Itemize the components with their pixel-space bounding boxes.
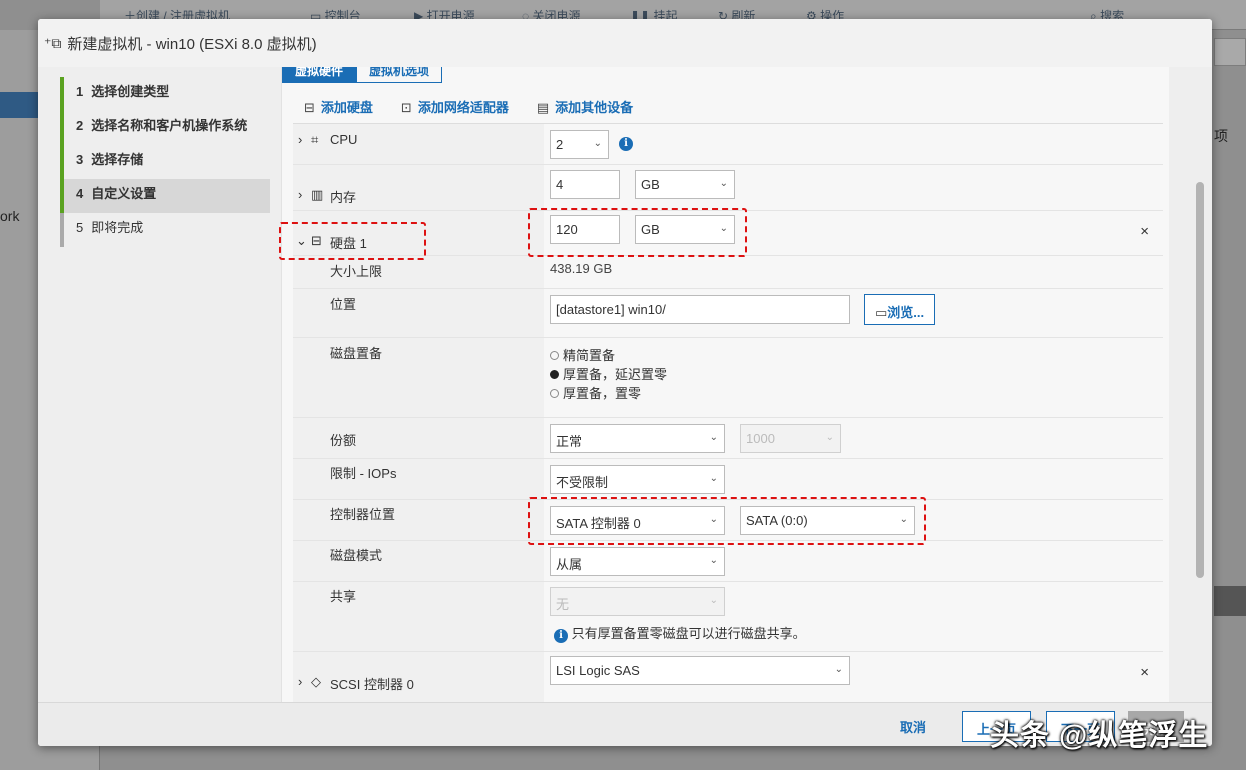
sharing-note: i 只有厚置备置零磁盘可以进行磁盘共享。: [554, 623, 806, 643]
disk-mode-select[interactable]: 从属 ⌄: [550, 547, 725, 576]
new-vm-dialog: ⁺⧉ 新建虚拟机 - win10 (ESXi 8.0 虚拟机) 1 选择创建类型 …: [38, 19, 1212, 746]
folder-icon: ▭: [875, 305, 888, 320]
max-size-label: 大小上限: [330, 264, 383, 279]
cpu-label: CPU: [330, 132, 358, 147]
expand-chevron-icon[interactable]: ›: [298, 187, 302, 202]
remove-disk-icon[interactable]: ×: [1140, 223, 1149, 240]
background-sidebar-text: ork: [0, 208, 20, 224]
step-select-name-os[interactable]: 2 选择名称和客户机操作系统: [60, 111, 272, 145]
dialog-body: 1 选择创建类型 2 选择名称和客户机操作系统 3 选择存储 4 自定义设置 5 即将完成…: [38, 67, 1212, 702]
wizard-steps: 1 选择创建类型 2 选择名称和客户机操作系统 3 选择存储 4 自定义设置 5 即将完成: [60, 77, 272, 247]
cpu-icon: ⌗: [311, 132, 319, 147]
step-customize-settings[interactable]: 4 自定义设置: [60, 179, 270, 213]
add-other-device-button[interactable]: ▤ 添加其他设备: [537, 97, 633, 116]
dialog-title-bar: ⁺⧉ 新建虚拟机 - win10 (ESXi 8.0 虚拟机): [38, 19, 1212, 67]
add-network-adapter-button[interactable]: ⊡ 添加网络适配器: [401, 97, 509, 116]
dialog-title: 新建虚拟机 - win10 (ESXi 8.0 虚拟机): [67, 35, 317, 53]
cancel-button[interactable]: 取消: [900, 717, 926, 736]
shares-label: 份额: [330, 433, 357, 448]
disk-provisioning-row: 磁盘置备 精简置备 厚置备，延迟置零 厚置备，置零: [293, 338, 1163, 418]
controller-location-label: 控制器位置: [330, 507, 396, 522]
content-scrollbar[interactable]: [1196, 182, 1204, 578]
memory-icon: ▥: [311, 187, 324, 202]
radio-thick-lazy-zeroed[interactable]: 厚置备，延迟置零: [550, 365, 667, 384]
location-label: 位置: [330, 297, 357, 312]
watermark: 头条 @纵笔浮生: [990, 720, 1209, 752]
info-icon[interactable]: i: [619, 137, 633, 151]
add-hard-disk-button[interactable]: ⊟ 添加硬盘: [304, 97, 373, 116]
disk-location-input[interactable]: [datastore1] win10/: [550, 295, 850, 324]
remove-scsi-icon[interactable]: ×: [1140, 664, 1149, 681]
disk-shares-row: 份额 正常 ⌄ 1000 ⌄: [293, 418, 1163, 459]
disk-unit-select[interactable]: GB ⌄: [635, 215, 735, 244]
iops-label: 限制 - IOPs: [330, 466, 397, 481]
disk-mode-row: 磁盘模式 从属 ⌄: [293, 541, 1163, 582]
background-selected-strip: [0, 92, 38, 118]
scsi-type-select[interactable]: LSI Logic SAS ⌄: [550, 656, 850, 685]
tab-virtual-hardware[interactable]: 虚拟硬件: [282, 67, 357, 83]
scsi-controller-row: › ◇ SCSI 控制器 0 LSI Logic SAS ⌄ ×: [293, 652, 1163, 702]
memory-unit-select[interactable]: GB ⌄: [635, 170, 735, 199]
disk-icon: ⊟: [304, 100, 315, 115]
hard-disk-icon: ⊟: [311, 233, 322, 248]
memory-row: › ▥ 内存 4 GB ⌄: [293, 165, 1163, 211]
max-size-value: 438.19 GB: [550, 261, 613, 276]
browse-button[interactable]: ▭浏览...: [864, 294, 936, 325]
controller-slot-select[interactable]: SATA (0:0) ⌄: [740, 506, 915, 535]
disk-iops-row: 限制 - IOPs 不受限制 ⌄: [293, 459, 1163, 500]
step-select-creation-type[interactable]: 1 选择创建类型: [60, 77, 272, 111]
disk-sharing-row: 共享 无 ⌄ i 只有厚置备置零磁盘可以进行磁盘共享。: [293, 582, 1163, 652]
sharing-label: 共享: [330, 589, 357, 604]
customize-settings-panel: 虚拟硬件 虚拟机选项 ⊟ 添加硬盘 ⊡ 添加网络适配器 ▤ 添加其他设备 › ⌗ CP…: [281, 67, 1169, 702]
hard-disk-label: 硬盘 1: [330, 236, 367, 251]
collapse-chevron-icon[interactable]: ⌄: [296, 233, 307, 249]
shares-select[interactable]: 正常 ⌄: [550, 424, 725, 453]
radio-thin-provision[interactable]: 精简置备: [550, 346, 667, 365]
network-icon: ⊡: [400, 100, 412, 115]
add-device-toolbar: ⊟ 添加硬盘 ⊡ 添加网络适配器 ▤ 添加其他设备: [304, 97, 633, 116]
background-right-text: 项: [1214, 128, 1228, 144]
step-select-storage[interactable]: 3 选择存储: [60, 145, 272, 179]
memory-size-input[interactable]: 4: [550, 170, 620, 199]
background-right-bar: [1214, 586, 1246, 616]
scsi-controller-icon: ◇: [311, 674, 321, 689]
step-ready-to-complete[interactable]: 5 即将完成: [60, 213, 272, 247]
expand-chevron-icon[interactable]: ›: [298, 674, 302, 689]
disk-mode-label: 磁盘模式: [330, 548, 383, 563]
expand-chevron-icon[interactable]: ›: [298, 132, 302, 147]
new-vm-icon: ⁺⧉: [44, 34, 62, 51]
scsi-controller-label: SCSI 控制器 0: [330, 677, 414, 692]
tab-vm-options[interactable]: 虚拟机选项: [356, 67, 443, 83]
device-icon: ▤: [536, 100, 550, 115]
memory-label: 内存: [330, 190, 357, 205]
shares-number-select: 1000 ⌄: [740, 424, 841, 453]
hardware-grid: › ⌗ CPU 2 ⌄ i › ▥ 内存 4 GB ⌄ ⌄ ⊟ 硬盘 1 120…: [293, 123, 1163, 702]
background-dropdown: [1214, 38, 1246, 66]
disk-max-size-row: 大小上限 438.19 GB: [293, 256, 1163, 289]
sharing-select: 无 ⌄: [550, 587, 725, 616]
disk-size-input[interactable]: 120: [550, 215, 620, 244]
settings-tabs: 虚拟硬件 虚拟机选项: [282, 67, 443, 83]
iops-limit-select[interactable]: 不受限制 ⌄: [550, 465, 725, 494]
controller-select[interactable]: SATA 控制器 0 ⌄: [550, 506, 725, 535]
cpu-count-select[interactable]: 2 ⌄: [550, 130, 609, 159]
cpu-row: › ⌗ CPU 2 ⌄ i: [293, 124, 1163, 165]
disk-controller-row: 控制器位置 SATA 控制器 0 ⌄ SATA (0:0) ⌄: [293, 500, 1163, 541]
radio-thick-eager-zeroed[interactable]: 厚置备，置零: [550, 384, 667, 403]
info-icon: i: [554, 629, 568, 643]
disk-location-row: 位置 [datastore1] win10/ ▭浏览...: [293, 289, 1163, 338]
hard-disk-row: ⌄ ⊟ 硬盘 1 120 GB ⌄ ×: [293, 211, 1163, 256]
provisioning-label: 磁盘置备: [330, 346, 383, 361]
